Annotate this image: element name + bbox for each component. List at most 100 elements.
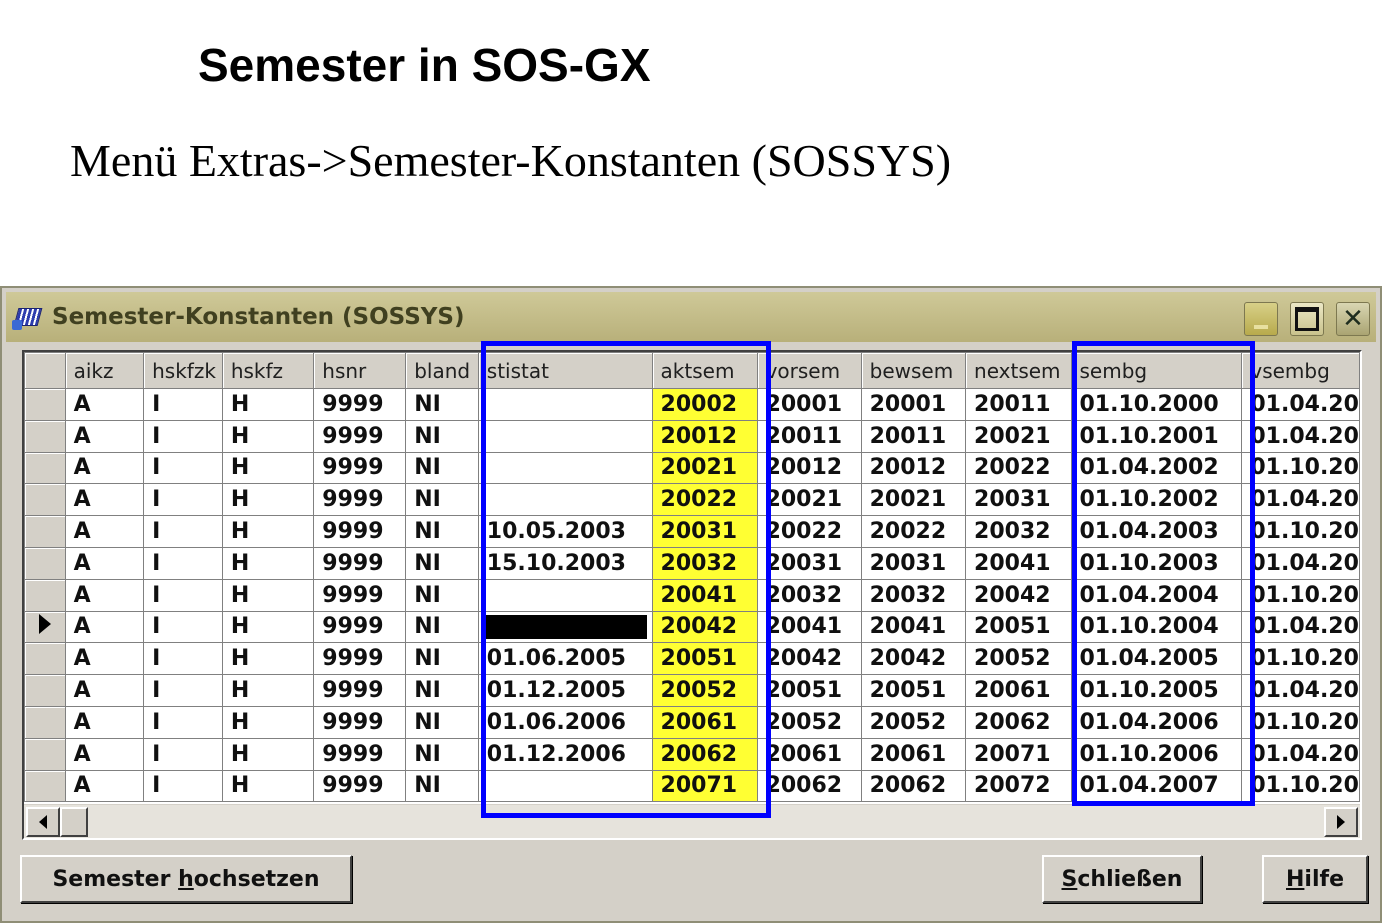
cell-vorsem[interactable]: 20021 bbox=[756, 483, 862, 517]
cell-bland[interactable]: NI bbox=[405, 388, 479, 421]
cell-stistat[interactable]: 15.10.2003 bbox=[477, 546, 653, 580]
cell-aikz[interactable]: A bbox=[64, 419, 145, 453]
horizontal-scrollbar[interactable] bbox=[24, 804, 1360, 838]
cell-vsembg[interactable]: 01.04.20 bbox=[1241, 388, 1360, 421]
cell-vsembg[interactable]: 01.10.20 bbox=[1241, 642, 1360, 676]
cell-hskfzk[interactable]: I bbox=[143, 769, 223, 803]
cell-sembg[interactable]: 01.10.2001 bbox=[1070, 419, 1243, 453]
cell-aikz[interactable]: A bbox=[64, 674, 145, 707]
column-header-aikz[interactable]: aikz bbox=[64, 352, 145, 389]
cell-stistat[interactable] bbox=[477, 610, 653, 644]
cell-vorsem[interactable]: 20032 bbox=[756, 578, 862, 612]
cell-aikz[interactable]: A bbox=[64, 388, 145, 421]
cell-hskfzk[interactable]: I bbox=[143, 388, 223, 421]
cell-hskfzk[interactable]: I bbox=[143, 642, 223, 676]
cell-nextsem[interactable]: 20071 bbox=[965, 737, 1072, 771]
cell-sembg[interactable]: 01.10.2006 bbox=[1070, 737, 1243, 771]
column-header-bland[interactable]: bland bbox=[405, 352, 479, 389]
cell-sembg[interactable]: 01.10.2002 bbox=[1070, 483, 1243, 517]
cell-bland[interactable]: NI bbox=[405, 642, 479, 676]
cell-vsembg[interactable]: 01.04.20 bbox=[1241, 419, 1360, 453]
cell-nextsem[interactable]: 20052 bbox=[965, 642, 1072, 676]
minimize-button[interactable] bbox=[1244, 302, 1278, 336]
cell-vsembg[interactable]: 01.04.20 bbox=[1241, 674, 1360, 707]
cell-vorsem[interactable]: 20031 bbox=[756, 546, 862, 580]
column-header-hsnr[interactable]: hsnr bbox=[313, 352, 407, 389]
cell-aikz[interactable]: A bbox=[64, 451, 145, 485]
cell-hskfz[interactable]: H bbox=[221, 705, 315, 739]
cell-stistat[interactable]: 01.06.2006 bbox=[477, 705, 653, 739]
cell-stistat[interactable] bbox=[477, 419, 653, 453]
cell-vorsem[interactable]: 20052 bbox=[756, 705, 862, 739]
row-selector[interactable] bbox=[24, 705, 66, 739]
table-row[interactable]: A I H 9999 NI 10.05.2003 20031 20022 20022 20032 0… bbox=[24, 515, 1360, 548]
window-titlebar[interactable]: Semester-Konstanten (SOSSYS) ✕ bbox=[6, 292, 1376, 342]
cell-hskfz[interactable]: H bbox=[221, 578, 315, 612]
column-header-vsembg[interactable]: vsembg bbox=[1241, 352, 1360, 389]
semester-hochsetzen-button[interactable]: Semester h ochsetzen bbox=[20, 855, 352, 903]
cell-aktsem[interactable]: 20002 bbox=[651, 388, 758, 421]
close-window-button[interactable]: ✕ bbox=[1336, 302, 1370, 336]
cell-vsembg[interactable]: 01.10.20 bbox=[1241, 769, 1360, 803]
row-selector[interactable] bbox=[24, 451, 66, 485]
cell-sembg[interactable]: 01.10.2003 bbox=[1070, 546, 1243, 580]
cell-bland[interactable]: NI bbox=[405, 515, 479, 548]
cell-stistat[interactable] bbox=[477, 451, 653, 485]
cell-bewsem[interactable]: 20022 bbox=[860, 515, 967, 548]
cell-aikz[interactable]: A bbox=[64, 737, 145, 771]
column-header-hskfz[interactable]: hskfz bbox=[221, 352, 315, 389]
cell-vorsem[interactable]: 20012 bbox=[756, 451, 862, 485]
cell-bland[interactable]: NI bbox=[405, 419, 479, 453]
cell-vorsem[interactable]: 20011 bbox=[756, 419, 862, 453]
table-row[interactable]: A I H 9999 NI 20042 20041 20041 20051 01.10.2004 0… bbox=[24, 610, 1360, 644]
cell-sembg[interactable]: 01.04.2006 bbox=[1070, 705, 1243, 739]
hilfe-button[interactable]: Hilfe bbox=[1262, 855, 1368, 903]
cell-aikz[interactable]: A bbox=[64, 546, 145, 580]
schliessen-button[interactable]: Schließen bbox=[1042, 855, 1202, 903]
cell-nextsem[interactable]: 20051 bbox=[965, 610, 1072, 644]
cell-stistat[interactable]: 01.06.2005 bbox=[477, 642, 653, 676]
cell-hskfzk[interactable]: I bbox=[143, 515, 223, 548]
table-row[interactable]: A I H 9999 NI 20012 20011 20011 20021 01.10.2001 0… bbox=[24, 419, 1360, 453]
cell-hskfzk[interactable]: I bbox=[143, 578, 223, 612]
data-grid[interactable]: aikz hskfzk hskfz hsnr bland stistat aktsem vor… bbox=[22, 350, 1362, 840]
cell-bland[interactable]: NI bbox=[405, 451, 479, 485]
cell-hskfzk[interactable]: I bbox=[143, 451, 223, 485]
cell-vorsem[interactable]: 20041 bbox=[756, 610, 862, 644]
cell-bland[interactable]: NI bbox=[405, 674, 479, 707]
cell-stistat[interactable]: 01.12.2005 bbox=[477, 674, 653, 707]
cell-aikz[interactable]: A bbox=[64, 642, 145, 676]
cell-hskfzk[interactable]: I bbox=[143, 419, 223, 453]
cell-bewsem[interactable]: 20062 bbox=[860, 769, 967, 803]
column-header-sembg[interactable]: sembg bbox=[1070, 352, 1243, 389]
cell-nextsem[interactable]: 20021 bbox=[965, 419, 1072, 453]
cell-hskfz[interactable]: H bbox=[221, 546, 315, 580]
cell-aktsem[interactable]: 20051 bbox=[651, 642, 758, 676]
cell-bewsem[interactable]: 20012 bbox=[860, 451, 967, 485]
row-selector[interactable] bbox=[24, 674, 66, 707]
cell-sembg[interactable]: 01.04.2004 bbox=[1070, 578, 1243, 612]
cell-hsnr[interactable]: 9999 bbox=[313, 674, 407, 707]
cell-vsembg[interactable]: 01.04.20 bbox=[1241, 737, 1360, 771]
row-selector[interactable] bbox=[24, 546, 66, 580]
row-selector[interactable] bbox=[24, 642, 66, 676]
cell-bland[interactable]: NI bbox=[405, 546, 479, 580]
cell-aikz[interactable]: A bbox=[64, 705, 145, 739]
cell-vorsem[interactable]: 20061 bbox=[756, 737, 862, 771]
cell-bland[interactable]: NI bbox=[405, 705, 479, 739]
cell-hskfzk[interactable]: I bbox=[143, 483, 223, 517]
cell-hsnr[interactable]: 9999 bbox=[313, 546, 407, 580]
cell-sembg[interactable]: 01.04.2007 bbox=[1070, 769, 1243, 803]
cell-aktsem[interactable]: 20031 bbox=[651, 515, 758, 548]
cell-vsembg[interactable]: 01.10.20 bbox=[1241, 705, 1360, 739]
cell-bewsem[interactable]: 20021 bbox=[860, 483, 967, 517]
cell-sembg[interactable]: 01.04.2005 bbox=[1070, 642, 1243, 676]
cell-nextsem[interactable]: 20042 bbox=[965, 578, 1072, 612]
table-row[interactable]: A I H 9999 NI 20021 20012 20012 20022 01.04.2002 0… bbox=[24, 451, 1360, 485]
table-row[interactable]: A I H 9999 NI 01.06.2006 20061 20052 20052 20062 0… bbox=[24, 705, 1360, 739]
cell-hskfz[interactable]: H bbox=[221, 451, 315, 485]
cell-aikz[interactable]: A bbox=[64, 578, 145, 612]
cell-vorsem[interactable]: 20022 bbox=[756, 515, 862, 548]
cell-bland[interactable]: NI bbox=[405, 610, 479, 644]
cell-vorsem[interactable]: 20042 bbox=[756, 642, 862, 676]
